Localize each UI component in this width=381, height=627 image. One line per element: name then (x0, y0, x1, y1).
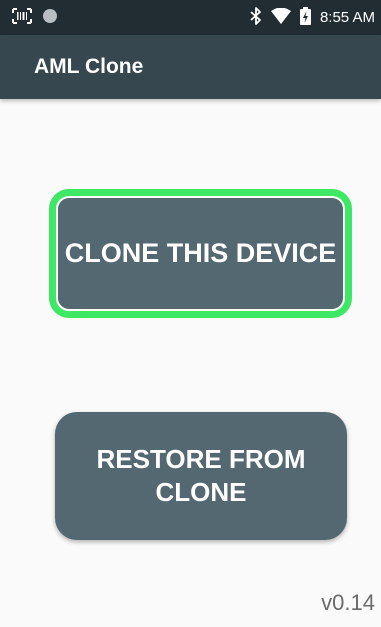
status-bar-right: 8:55 AM (250, 6, 375, 30)
wifi-icon (270, 7, 291, 29)
barcode-scanner-icon (12, 7, 32, 29)
bluetooth-icon (250, 6, 262, 30)
version-label: v0.14 (321, 590, 375, 615)
clone-this-device-button[interactable]: CLONE THIS DEVICE (49, 189, 352, 318)
restore-button-label: RESTORE FROM CLONE (96, 444, 306, 507)
app-title: AML Clone (34, 55, 144, 78)
clone-button-label: CLONE THIS DEVICE (58, 198, 343, 309)
status-bar: 8:55 AM (0, 0, 381, 35)
battery-charging-icon (299, 6, 311, 30)
app-bar: AML Clone (0, 35, 381, 99)
circle-notification-icon (42, 8, 58, 29)
status-time: 8:55 AM (319, 9, 375, 26)
status-bar-left (12, 7, 58, 29)
restore-from-clone-button[interactable]: RESTORE FROM CLONE (55, 412, 347, 540)
